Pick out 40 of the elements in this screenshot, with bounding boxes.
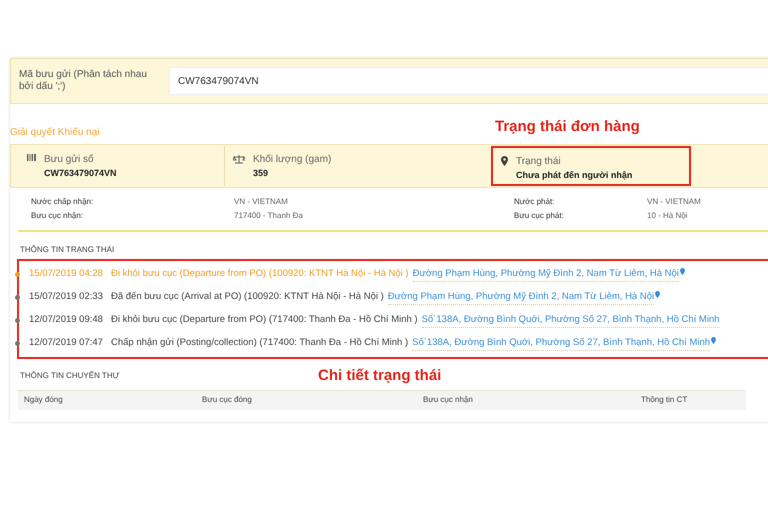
section-heading: THÔNG TIN CHUYỂN THƯ	[20, 370, 120, 382]
pin-icon	[501, 156, 508, 166]
summary-value: Chưa phát đến người nhận	[516, 169, 632, 182]
column-header: Bưu cục nhận	[423, 394, 474, 406]
column-header: Bưu cục đóng	[202, 394, 253, 406]
summary-value: 359	[253, 167, 270, 180]
address-link[interactable]: Số`138A, Đường Bình Quới, Phường Số 27, Bình Thạnh, Hồ Chí Minh	[422, 312, 720, 328]
address-link[interactable]: Số`138A, Đường Bình Quới, Phường Số 27, Bình Thạnh, Hồ Chí Minh	[412, 336, 710, 352]
event-description: Đi khỏi bưu cục (Departure from PO) (100920: KTNT Hà Nội - Hà Nội )	[110, 267, 409, 282]
detail-value: 717400 - Thanh Đa	[234, 210, 304, 222]
detail-label: Bưu cục phát:	[514, 210, 565, 222]
event-time: 12/07/2019 09:48	[29, 313, 103, 328]
column-header: Thông tin CT	[641, 394, 688, 406]
tracking-number-field[interactable]: CW763479074VN	[169, 67, 768, 95]
address-link[interactable]: Đường Phạm Hùng, Phường Mỹ Đình 2, Nam Từ Liêm, Hà Nội	[412, 266, 679, 282]
barcode-icon	[27, 154, 36, 161]
section-heading: THÔNG TIN TRẠNG THÁI	[20, 244, 116, 256]
event-time: 15/07/2019 02:33	[29, 290, 103, 304]
detail-label: Nước phát:	[514, 196, 556, 208]
annotation-label: Trạng thái đơn hàng	[495, 116, 640, 136]
detail-label: Nước chấp nhận:	[31, 196, 94, 208]
event-description: Chấp nhận gửi (Posting/collection) (717400: Thanh Đa - Hồ Chí Minh )	[110, 336, 408, 350]
annotation-label: Chi tiết trạng thái	[318, 366, 442, 386]
summary-value: CW763479074VN	[44, 167, 117, 180]
event-time: 15/07/2019 04:28	[29, 267, 103, 282]
detail-value: VN - VIETNAM	[647, 196, 702, 208]
event-description: Đi khỏi bưu cục (Departure from PO) (717400: Thanh Đa - Hồ Chí Minh )	[110, 313, 418, 328]
detail-value: VN - VIETNAM	[234, 196, 289, 208]
event-time: 12/07/2019 07:47	[29, 336, 103, 350]
search-label: Mã bưu gửi (Phân tách nhau bởi dấu ';')	[19, 68, 148, 94]
summary-label: Khối lượng (gam)	[253, 153, 332, 167]
event-description: Đã đến bưu cục (Arrival at PO) (100920: KTNT Hà Nội - Hà Nội )	[110, 290, 384, 304]
scale-icon	[233, 154, 245, 164]
summary-label: Bưu gửi số	[44, 153, 95, 167]
detail-label: Bưu cục nhận:	[31, 210, 84, 222]
complaint-link[interactable]: Giải quyết Khiếu nại	[10, 125, 495, 140]
detail-value: 10 - Hà Nội	[647, 210, 688, 222]
summary-label: Trạng thái	[516, 155, 562, 169]
address-link[interactable]: Đường Phạm Hùng, Phường Mỹ Đình 2, Nam Từ Liêm, Hà Nội	[388, 290, 654, 306]
column-header: Ngày đóng	[24, 394, 64, 406]
